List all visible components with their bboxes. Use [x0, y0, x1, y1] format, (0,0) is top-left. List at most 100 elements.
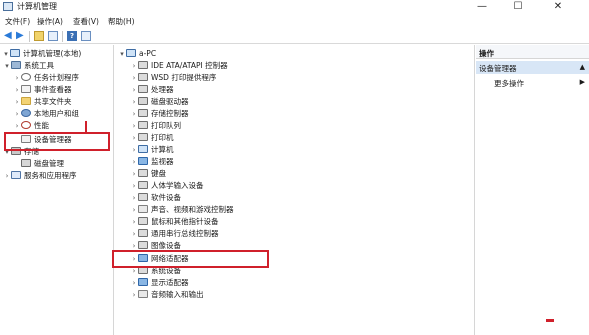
device-category-storage-controller[interactable]: › 存储控制器 [130, 108, 189, 120]
device-category-label: 处理器 [151, 85, 174, 94]
forward-arrow-icon[interactable]: ▶ [16, 31, 26, 41]
tree-item-task-scheduler[interactable]: › 任务计划程序 [13, 72, 79, 84]
menu-view[interactable]: 查看(V) [73, 16, 99, 27]
camera-icon [138, 241, 148, 249]
keyboard-icon [138, 169, 148, 177]
help-icon[interactable]: ? [67, 31, 77, 41]
expand-arrow-icon[interactable]: › [130, 180, 138, 192]
expand-arrow-icon[interactable]: › [130, 96, 138, 108]
monitor-icon [138, 157, 148, 165]
tree-item-local-users-groups[interactable]: › 本地用户和组 [13, 108, 79, 120]
device-category-wsd-print[interactable]: › WSD 打印提供程序 [130, 72, 216, 84]
device-category-sound-video-game[interactable]: › 声音、视频和游戏控制器 [130, 204, 234, 216]
usb-icon [138, 229, 148, 237]
expand-arrow-icon[interactable]: › [3, 170, 11, 182]
device-category-label: 打印机 [151, 133, 174, 142]
device-category-label: IDE ATA/ATAPI 控制器 [151, 61, 228, 70]
expand-arrow-icon[interactable]: › [13, 96, 21, 108]
device-category-printer[interactable]: › 打印机 [130, 132, 174, 144]
device-category-label: 监视器 [151, 157, 174, 166]
computer-icon [126, 49, 136, 57]
tree-item-label: 计算机管理(本地) [23, 49, 82, 58]
event-viewer-icon [21, 85, 31, 93]
properties-icon[interactable] [81, 31, 91, 41]
submenu-arrow-icon[interactable]: ▶ [580, 78, 585, 86]
device-category-label: 存储控制器 [151, 109, 189, 118]
expand-arrow-icon[interactable]: › [130, 156, 138, 168]
printer-icon [138, 133, 148, 141]
expand-arrow-icon[interactable]: › [130, 228, 138, 240]
disk-drive-icon [138, 97, 148, 105]
collapse-arrow-icon[interactable]: ▾ [118, 48, 126, 60]
tools-icon [11, 61, 21, 69]
users-icon [21, 109, 31, 117]
device-category-label: 鼠标和其他指针设备 [151, 217, 219, 226]
menu-file[interactable]: 文件(F) [5, 16, 30, 27]
performance-icon [21, 121, 31, 129]
print-queue-icon [138, 121, 148, 129]
back-arrow-icon[interactable]: ◀ [4, 31, 14, 41]
expand-arrow-icon[interactable]: › [130, 132, 138, 144]
highlight-box-device-manager [4, 132, 110, 151]
device-category-display-adapter[interactable]: › 显示适配器 [130, 277, 189, 289]
tree-item-performance[interactable]: › 性能 [13, 120, 49, 132]
collapse-arrow-icon[interactable]: ▾ [2, 48, 10, 60]
expand-arrow-icon[interactable]: › [130, 120, 138, 132]
expand-arrow-icon[interactable]: › [130, 216, 138, 228]
tree-item-system-tools[interactable]: ▾ 系统工具 [3, 60, 54, 72]
actions-pane: 操作 设备管理器 ▲ 更多操作 ▶ [476, 45, 589, 335]
software-device-icon [138, 193, 148, 201]
device-category-audio-io[interactable]: › 音频输入和输出 [130, 289, 204, 301]
expand-arrow-icon[interactable]: › [130, 144, 138, 156]
device-category-label: 图像设备 [151, 241, 181, 250]
expand-arrow-icon[interactable]: › [130, 204, 138, 216]
services-icon [11, 171, 21, 179]
device-category-mouse[interactable]: › 鼠标和其他指针设备 [130, 216, 219, 228]
toolbar: ◀ ▶ ? [0, 28, 589, 44]
up-folder-icon[interactable] [34, 31, 44, 41]
expand-arrow-icon[interactable]: › [130, 84, 138, 96]
expand-arrow-icon[interactable]: › [130, 277, 138, 289]
actions-group-device-manager[interactable]: 设备管理器 ▲ [476, 61, 589, 74]
more-actions-label: 更多操作 [494, 79, 524, 88]
maximize-button[interactable]: ☐ [503, 0, 533, 14]
toolbar-separator [29, 31, 30, 42]
device-category-ide-controller[interactable]: › IDE ATA/ATAPI 控制器 [130, 60, 228, 72]
device-category-processor[interactable]: › 处理器 [130, 84, 174, 96]
expand-arrow-icon[interactable]: › [130, 289, 138, 301]
menu-help[interactable]: 帮助(H) [108, 16, 135, 27]
more-actions-item[interactable]: 更多操作 ▶ [476, 77, 589, 89]
collapse-caret-icon[interactable]: ▲ [580, 63, 585, 71]
tree-item-computer-management[interactable]: ▾ 计算机管理(本地) [2, 48, 81, 60]
expand-arrow-icon[interactable]: › [13, 120, 21, 132]
expand-arrow-icon[interactable]: › [130, 108, 138, 120]
tree-item-label: 系统工具 [24, 61, 54, 70]
device-category-software-device[interactable]: › 软件设备 [130, 192, 181, 204]
show-hide-tree-icon[interactable] [48, 31, 58, 41]
menu-action[interactable]: 操作(A) [37, 16, 63, 27]
device-category-disk-drive[interactable]: › 磁盘驱动器 [130, 96, 189, 108]
expand-arrow-icon[interactable]: › [130, 60, 138, 72]
expand-arrow-icon[interactable]: › [13, 84, 21, 96]
minimize-button[interactable]: — [467, 0, 497, 14]
expand-arrow-icon[interactable]: › [130, 192, 138, 204]
tree-item-disk-management[interactable]: 磁盘管理 [13, 158, 64, 170]
device-category-keyboard[interactable]: › 键盘 [130, 168, 166, 180]
expand-arrow-icon[interactable]: › [13, 72, 21, 84]
tree-item-event-viewer[interactable]: › 事件查看器 [13, 84, 72, 96]
tree-item-label: 共享文件夹 [34, 97, 72, 106]
expand-arrow-icon[interactable]: › [130, 72, 138, 84]
device-category-print-queue[interactable]: › 打印队列 [130, 120, 181, 132]
device-category-hid[interactable]: › 人体学输入设备 [130, 180, 204, 192]
expand-arrow-icon[interactable]: › [130, 168, 138, 180]
device-root-pc[interactable]: ▾ a-PC [118, 48, 156, 60]
device-category-monitor[interactable]: › 监视器 [130, 156, 174, 168]
expand-arrow-icon[interactable]: › [13, 108, 21, 120]
tree-item-services-applications[interactable]: › 服务和应用程序 [3, 170, 77, 182]
tree-item-shared-folders[interactable]: › 共享文件夹 [13, 96, 72, 108]
close-button[interactable]: ✕ [543, 0, 573, 14]
collapse-arrow-icon[interactable]: ▾ [3, 60, 11, 72]
device-category-computer[interactable]: › 计算机 [130, 144, 174, 156]
device-category-usb-controller[interactable]: › 通用串行总线控制器 [130, 228, 219, 240]
actions-header: 操作 [476, 45, 589, 59]
